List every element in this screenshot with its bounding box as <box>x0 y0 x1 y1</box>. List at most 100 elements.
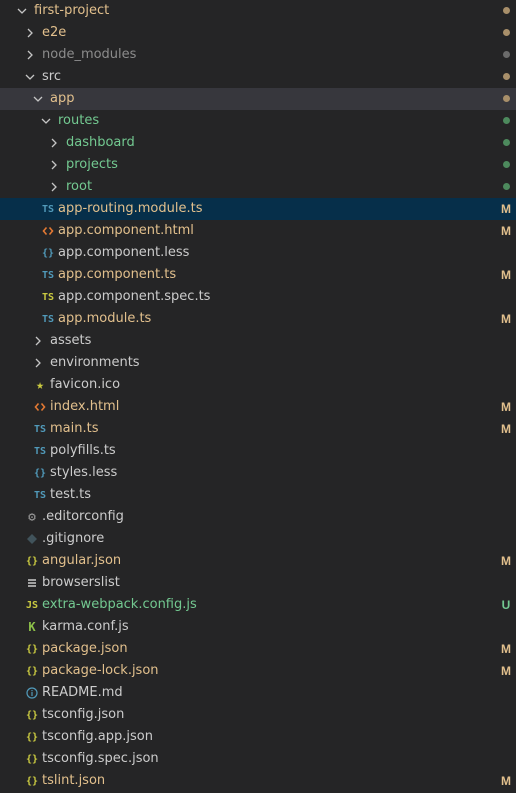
git-status-dot <box>496 110 516 132</box>
chevron-down-icon[interactable] <box>22 66 38 88</box>
typescript-spec-icon: TS <box>41 291 55 303</box>
file-row-app-component-ts[interactable]: TS app.component.ts M <box>0 264 516 286</box>
file-label: app-routing.module.ts <box>58 201 203 216</box>
file-label: angular.json <box>42 553 122 568</box>
file-label: karma.conf.js <box>42 619 129 634</box>
file-row-tsconfig-spec-json[interactable]: {} tsconfig.spec.json <box>0 748 516 770</box>
file-row-styles-less[interactable]: {} styles.less <box>0 462 516 484</box>
folder-label: first-project <box>34 3 110 18</box>
file-row-editorconfig[interactable]: ⚙ .editorconfig <box>0 506 516 528</box>
git-status-badge: U <box>501 598 511 612</box>
file-label: package.json <box>42 641 128 656</box>
folder-label: routes <box>58 113 100 128</box>
folder-label: projects <box>66 157 118 172</box>
braces-icon: {} <box>33 467 47 479</box>
file-row-polyfills-ts[interactable]: TS polyfills.ts <box>0 440 516 462</box>
chevron-right-icon[interactable] <box>22 22 38 44</box>
explorer-file-tree: first-project e2e node_modulessrc app routes… <box>0 0 516 793</box>
file-label: app.component.less <box>58 245 190 260</box>
folder-row-node-modules[interactable]: node_modules <box>0 44 516 66</box>
file-label: .editorconfig <box>42 509 124 524</box>
file-row-angular-json[interactable]: {} angular.json M <box>0 550 516 572</box>
git-status-badge: M <box>501 664 511 678</box>
git-status-badge: M <box>501 774 511 788</box>
chevron-down-icon[interactable] <box>14 0 30 22</box>
git-status-badge: M <box>501 224 511 238</box>
git-status-badge: M <box>501 268 511 282</box>
chevron-right-icon[interactable] <box>30 330 46 352</box>
folder-label: root <box>66 179 93 194</box>
json-braces-icon: {} <box>25 665 39 677</box>
file-row-app-module-ts[interactable]: TS app.module.ts M <box>0 308 516 330</box>
file-row-main-ts[interactable]: TS main.ts M <box>0 418 516 440</box>
file-row-tslint-json[interactable]: {} tslint.json M <box>0 770 516 792</box>
chevron-down-icon[interactable] <box>38 110 54 132</box>
git-status-badge: M <box>501 422 511 436</box>
file-label: extra-webpack.config.js <box>42 597 197 612</box>
chevron-right-icon[interactable] <box>46 176 62 198</box>
file-label: tsconfig.json <box>42 707 125 722</box>
folder-label: src <box>42 69 61 84</box>
file-label: app.component.html <box>58 223 194 238</box>
chevron-right-icon[interactable] <box>30 352 46 374</box>
git-status-dot <box>496 154 516 176</box>
file-row-package-json[interactable]: {} package.json M <box>0 638 516 660</box>
typescript-icon: TS <box>41 269 55 281</box>
folder-row-e2e[interactable]: e2e <box>0 22 516 44</box>
git-status-dot <box>496 132 516 154</box>
file-row-tsconfig-json[interactable]: {} tsconfig.json <box>0 704 516 726</box>
typescript-icon: TS <box>41 313 55 325</box>
javascript-icon: JS <box>25 599 39 611</box>
json-braces-icon: {} <box>25 643 39 655</box>
file-label: app.component.spec.ts <box>58 289 211 304</box>
file-row-app-component-html[interactable]: app.component.html M <box>0 220 516 242</box>
folder-row-app[interactable]: app <box>0 88 516 110</box>
file-row-karma-conf-js[interactable]: Kkarma.conf.js <box>0 616 516 638</box>
file-row-favicon-ico[interactable]: ★ favicon.ico <box>0 374 516 396</box>
folder-row-assets[interactable]: assets <box>0 330 516 352</box>
folder-label: node_modules <box>42 47 137 62</box>
file-row-extra-webpack-config-js[interactable]: JS extra-webpack.config.js U <box>0 594 516 616</box>
list-lines-icon <box>24 572 40 594</box>
file-row-app-component-less[interactable]: {} app.component.less <box>0 242 516 264</box>
folder-row-root[interactable]: root <box>0 176 516 198</box>
typescript-icon: TS <box>33 489 47 501</box>
file-label: tslint.json <box>42 773 106 788</box>
file-row-test-ts[interactable]: TS test.ts <box>0 484 516 506</box>
file-label: test.ts <box>50 487 91 502</box>
file-label: app.module.ts <box>58 311 152 326</box>
file-row-readme-md[interactable]: README.md <box>0 682 516 704</box>
file-label: tsconfig.app.json <box>42 729 153 744</box>
git-status-badge: M <box>501 202 511 216</box>
file-row-app-routing-module-ts[interactable]: TS app-routing.module.ts M <box>0 198 516 220</box>
git-icon <box>24 528 40 550</box>
chevron-right-icon[interactable] <box>46 154 62 176</box>
file-label: favicon.ico <box>50 377 121 392</box>
file-row-browserslist[interactable]: browserslist <box>0 572 516 594</box>
folder-row-src[interactable]: src <box>0 66 516 88</box>
chevron-right-icon[interactable] <box>46 132 62 154</box>
html-icon <box>32 396 48 418</box>
file-row-gitignore[interactable]: .gitignore <box>0 528 516 550</box>
folder-row-routes[interactable]: routes <box>0 110 516 132</box>
file-row-tsconfig-app-json[interactable]: {} tsconfig.app.json <box>0 726 516 748</box>
git-status-dot <box>496 66 516 88</box>
folder-row-environments[interactable]: environments <box>0 352 516 374</box>
file-label: package-lock.json <box>42 663 159 678</box>
file-label: tsconfig.spec.json <box>42 751 159 766</box>
folder-label: dashboard <box>66 135 135 150</box>
folder-row-first-project[interactable]: first-project <box>0 0 516 22</box>
chevron-right-icon[interactable] <box>22 44 38 66</box>
git-status-badge: M <box>501 400 511 414</box>
folder-label: environments <box>50 355 140 370</box>
git-status-dot <box>496 0 516 22</box>
file-row-index-html[interactable]: index.html M <box>0 396 516 418</box>
info-icon <box>24 682 40 704</box>
file-row-package-lock-json[interactable]: {} package-lock.json M <box>0 660 516 682</box>
file-label: app.component.ts <box>58 267 177 282</box>
git-status-badge: M <box>501 312 511 326</box>
folder-row-projects[interactable]: projects <box>0 154 516 176</box>
chevron-down-icon[interactable] <box>30 88 46 110</box>
folder-row-dashboard[interactable]: dashboard <box>0 132 516 154</box>
file-row-app-component-spec-ts[interactable]: TS app.component.spec.ts <box>0 286 516 308</box>
